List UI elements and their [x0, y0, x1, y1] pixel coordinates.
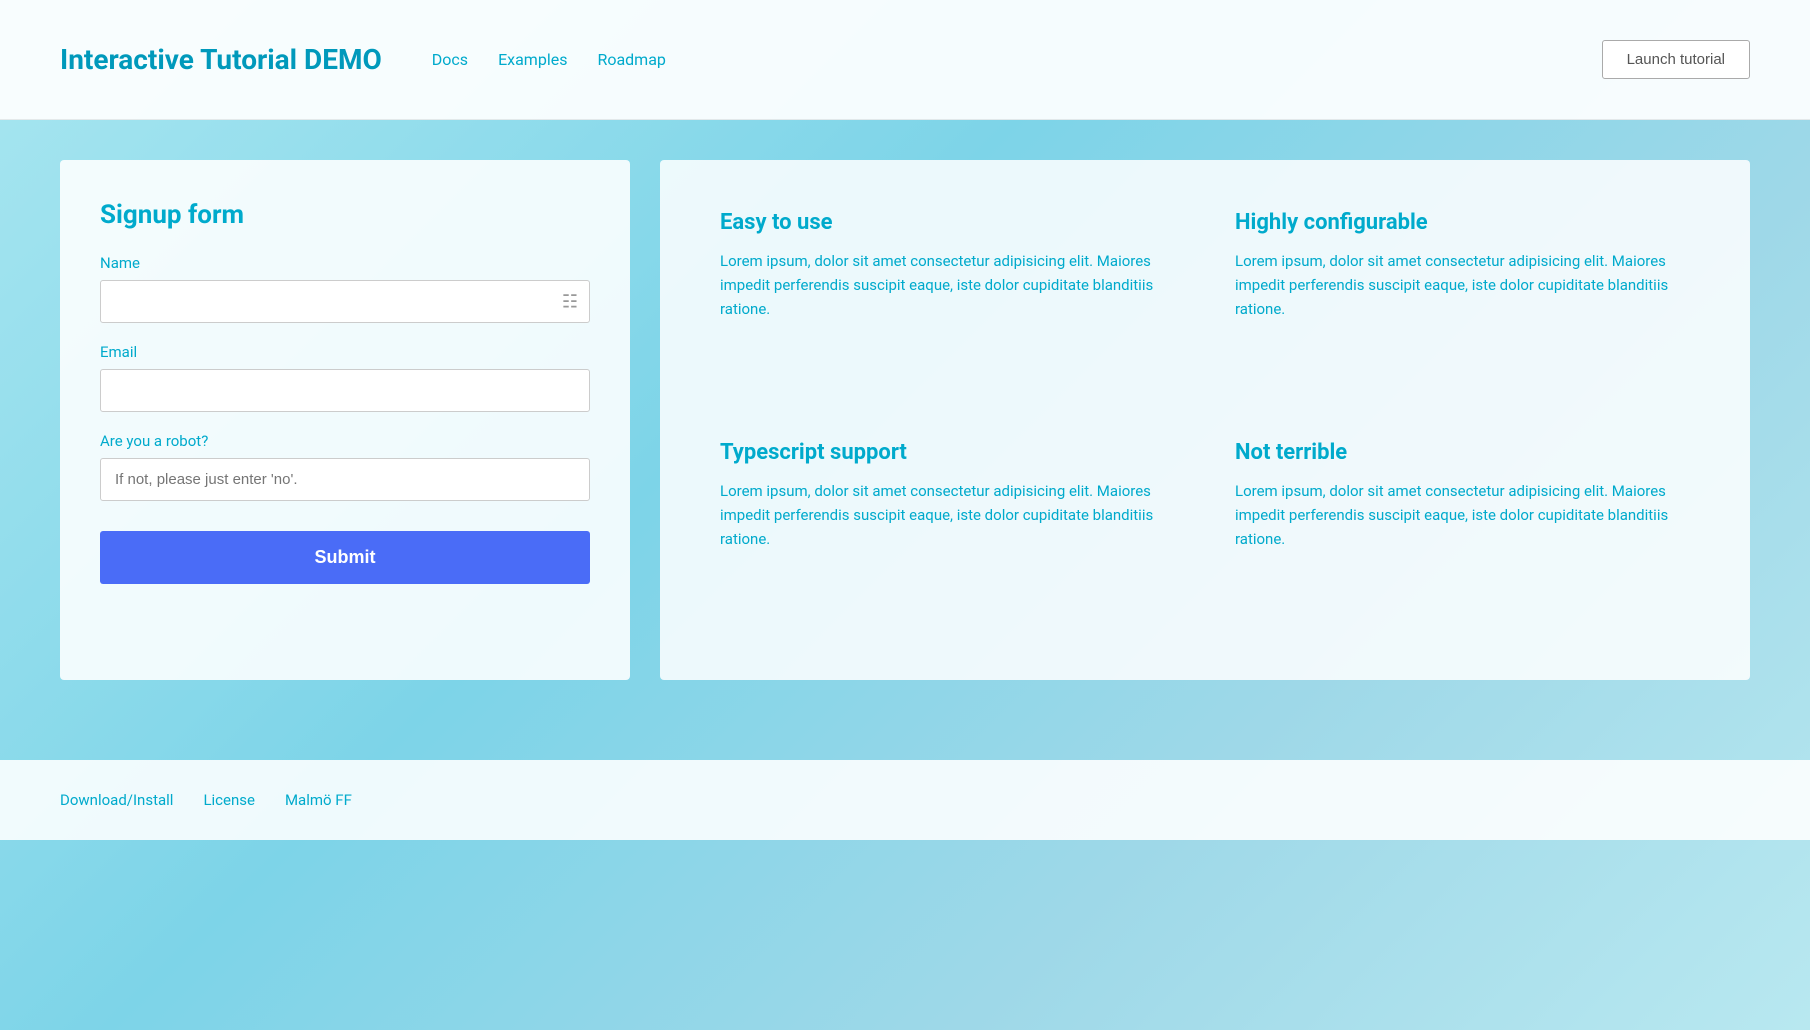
signup-panel: Signup form Name ☷ Email Are you a robot… [60, 160, 630, 680]
feature-title-3: Not terrible [1235, 440, 1690, 465]
footer-malmo[interactable]: Malmö FF [285, 791, 352, 809]
email-field-group: Email [100, 343, 590, 412]
feature-highly-configurable: Highly configurable Lorem ipsum, dolor s… [1235, 210, 1690, 400]
main-content: Signup form Name ☷ Email Are you a robot… [0, 120, 1810, 720]
features-panel: Easy to use Lorem ipsum, dolor sit amet … [660, 160, 1750, 680]
address-card-icon: ☷ [562, 291, 578, 312]
robot-field-group: Are you a robot? [100, 432, 590, 501]
email-label: Email [100, 343, 590, 361]
feature-desc-1: Lorem ipsum, dolor sit amet consectetur … [1235, 249, 1690, 321]
feature-title-0: Easy to use [720, 210, 1175, 235]
feature-desc-3: Lorem ipsum, dolor sit amet consectetur … [1235, 479, 1690, 551]
footer: Download/Install License Malmö FF [0, 760, 1810, 840]
feature-not-terrible: Not terrible Lorem ipsum, dolor sit amet… [1235, 440, 1690, 630]
footer-license[interactable]: License [203, 791, 255, 809]
app-title: Interactive Tutorial DEMO [60, 43, 382, 76]
header: Interactive Tutorial DEMO Docs Examples … [0, 0, 1810, 120]
nav-examples[interactable]: Examples [498, 50, 567, 69]
main-nav: Docs Examples Roadmap Launch tutorial [432, 40, 1750, 79]
robot-input[interactable] [100, 458, 590, 501]
feature-easy-to-use: Easy to use Lorem ipsum, dolor sit amet … [720, 210, 1175, 400]
feature-desc-2: Lorem ipsum, dolor sit amet consectetur … [720, 479, 1175, 551]
name-input-wrapper: ☷ [100, 280, 590, 323]
signup-title: Signup form [100, 200, 590, 230]
feature-typescript-support: Typescript support Lorem ipsum, dolor si… [720, 440, 1175, 630]
feature-desc-0: Lorem ipsum, dolor sit amet consectetur … [720, 249, 1175, 321]
name-input[interactable] [100, 280, 590, 323]
submit-button[interactable]: Submit [100, 531, 590, 584]
feature-title-2: Typescript support [720, 440, 1175, 465]
email-input[interactable] [100, 369, 590, 412]
footer-download[interactable]: Download/Install [60, 791, 173, 809]
nav-docs[interactable]: Docs [432, 50, 468, 69]
name-label: Name [100, 254, 590, 272]
name-field-group: Name ☷ [100, 254, 590, 323]
feature-title-1: Highly configurable [1235, 210, 1690, 235]
launch-tutorial-button[interactable]: Launch tutorial [1602, 40, 1750, 79]
nav-roadmap[interactable]: Roadmap [597, 50, 665, 69]
robot-label: Are you a robot? [100, 432, 590, 450]
